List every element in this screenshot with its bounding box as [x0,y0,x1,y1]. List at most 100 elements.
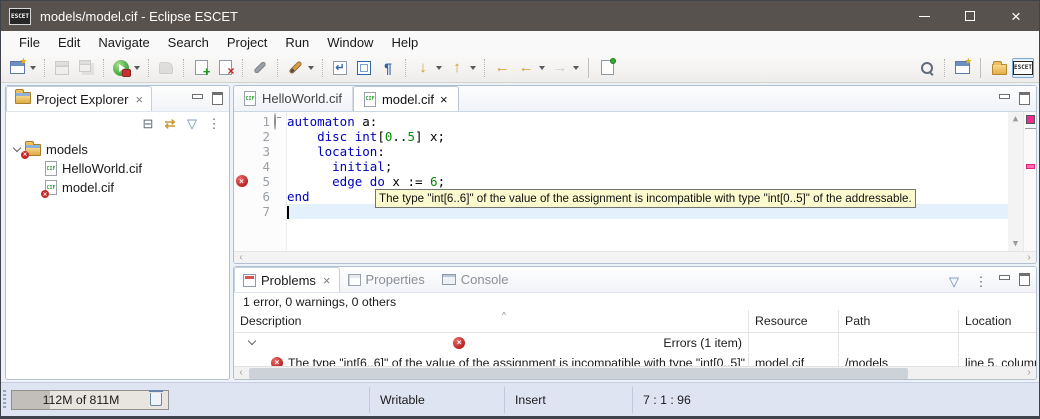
close-tab-icon[interactable]: × [440,92,448,107]
maximize-view-icon[interactable] [212,92,223,103]
code-line-1[interactable]: automaton a: [287,114,1008,129]
close-view-icon[interactable]: × [323,273,331,288]
dropdown-caret-icon[interactable] [308,66,314,70]
maximize-button[interactable] [947,1,993,31]
menu-navigate[interactable]: Navigate [89,33,158,52]
search-button[interactable] [916,57,938,79]
scroll-up-icon[interactable]: ▲ [1008,112,1023,126]
project-tree: ×modelsCIFHelloWorld.cifCIF×model.cif [6,136,229,197]
tree-item-model-cif[interactable]: CIF×model.cif [6,178,229,197]
previous-annotation-button[interactable]: ↑ [446,57,468,79]
last-edit-location-button[interactable]: ← [491,57,513,79]
minimize-button[interactable] [901,1,947,31]
collapse-all-icon[interactable]: ⊟ [139,115,157,133]
run-garbage-collector-icon[interactable] [150,393,162,406]
link-with-editor-icon[interactable]: ⇄ [161,115,179,133]
code-line-3[interactable]: location: [287,144,1008,159]
heap-usage-label: 112M of 811M [12,393,150,407]
minimize-view-icon[interactable] [192,92,203,103]
close-button[interactable]: × [993,1,1039,31]
menu-edit[interactable]: Edit [49,33,89,52]
view-menu-icon[interactable]: ⋮ [205,115,223,133]
editor-horizontal-scrollbar[interactable]: ‹ › [234,251,1036,264]
add-term-button[interactable]: + [190,57,212,79]
tree-item-label: model.cif [62,180,114,195]
code-text[interactable]: automaton a: disc int[0..5] x; location:… [287,112,1008,251]
menu-search[interactable]: Search [159,33,218,52]
external-tools-button[interactable] [249,57,271,79]
code-line-5[interactable]: edge do x := 6; [287,174,1008,189]
menu-run[interactable]: Run [276,33,318,52]
overview-error-marker[interactable] [1026,164,1035,169]
line-number: 2 [249,129,270,144]
scroll-down-icon[interactable]: ▼ [1008,237,1023,251]
tree-item-helloworld-cif[interactable]: CIFHelloWorld.cif [6,159,229,178]
tree-item-label: models [46,142,88,157]
show-whitespace-button[interactable]: ¶ [377,57,399,79]
minimize-view-icon[interactable] [999,273,1010,284]
open-perspective-icon [955,61,970,74]
scroll-left-icon[interactable]: ‹ [234,367,248,380]
dropdown-caret-icon[interactable] [470,66,476,70]
maximize-editor-icon[interactable] [1019,92,1030,103]
editor-vertical-scrollbar[interactable]: ▲ ▼ [1008,112,1023,251]
column-header-description[interactable]: Description [234,310,748,332]
escet-perspective-button[interactable]: ESCET [1012,57,1034,79]
problems-horizontal-scrollbar[interactable]: ‹ › [234,366,1036,379]
tab-properties[interactable]: Properties [340,267,434,292]
dropdown-caret-icon[interactable] [539,66,545,70]
problems-group-row[interactable]: ×Errors (1 item) [234,333,1036,353]
filter-icon[interactable]: ▽ [183,115,201,133]
problems-header-row: DescriptionResourcePathLocation^ [234,310,1036,333]
close-view-icon[interactable]: × [135,92,143,107]
menu-file[interactable]: File [10,33,49,52]
pin-editor-button[interactable] [596,57,618,79]
scroll-right-icon[interactable]: › [1022,252,1036,264]
open-perspective-button[interactable] [951,57,973,79]
tab-console[interactable]: Console [434,267,518,292]
expand-collapse-icon[interactable] [13,144,21,152]
tab-project-explorer[interactable]: Project Explorer × [6,86,152,111]
maximize-view-icon[interactable] [1019,273,1030,284]
text-cursor [287,206,289,219]
code-line-2[interactable]: disc int[0..5] x; [287,129,1008,144]
fold-collapse-icon[interactable] [274,113,276,130]
menu-help[interactable]: Help [382,33,427,52]
column-header-path[interactable]: Path [838,310,958,332]
column-header-resource[interactable]: Resource [748,310,838,332]
overview-error-indicator[interactable] [1026,115,1035,124]
tab-problems[interactable]: Problems× [234,267,340,292]
next-annotation-button[interactable]: ↓ [412,57,434,79]
dropdown-caret-icon[interactable] [30,66,36,70]
editor-tab-model-cif[interactable]: CIFmodel.cif× [353,86,459,111]
remove-term-button[interactable]: × [214,57,236,79]
minimize-editor-icon[interactable] [999,92,1010,103]
code-editor[interactable]: × 1234567 automaton a: disc int[0..5] x;… [234,112,1036,251]
view-menu-icon[interactable]: ⋮ [972,273,990,291]
error-overlay-icon: × [41,190,49,198]
code-line-4[interactable]: initial; [287,159,1008,174]
dropdown-caret-icon[interactable] [436,66,442,70]
expand-collapse-icon[interactable] [248,337,256,345]
editor-tab-helloworld-cif[interactable]: CIFHelloWorld.cif [234,86,353,111]
resource-perspective-button[interactable] [988,57,1010,79]
scroll-right-icon[interactable]: › [1022,367,1036,380]
scrollbar-thumb[interactable] [249,368,908,379]
menu-window[interactable]: Window [318,33,382,52]
error-marker-icon[interactable]: × [236,175,248,187]
dropdown-caret-icon[interactable] [573,66,579,70]
back-button[interactable]: ← [515,57,537,79]
filter-icon[interactable]: ▽ [945,273,963,291]
run-button[interactable] [110,57,132,79]
shift-right-button[interactable]: ↵ [329,57,351,79]
block-selection-button[interactable] [353,57,375,79]
menu-project[interactable]: Project [218,33,276,52]
dropdown-caret-icon[interactable] [134,66,140,70]
scroll-left-icon[interactable]: ‹ [234,252,248,264]
format-button[interactable] [284,57,306,79]
new-wizard-button[interactable] [6,57,28,79]
toolbar-separator [484,59,485,77]
column-header-location[interactable]: Location [958,310,1036,332]
block-selection-icon [357,61,371,75]
tree-item-models[interactable]: ×models [6,140,229,159]
